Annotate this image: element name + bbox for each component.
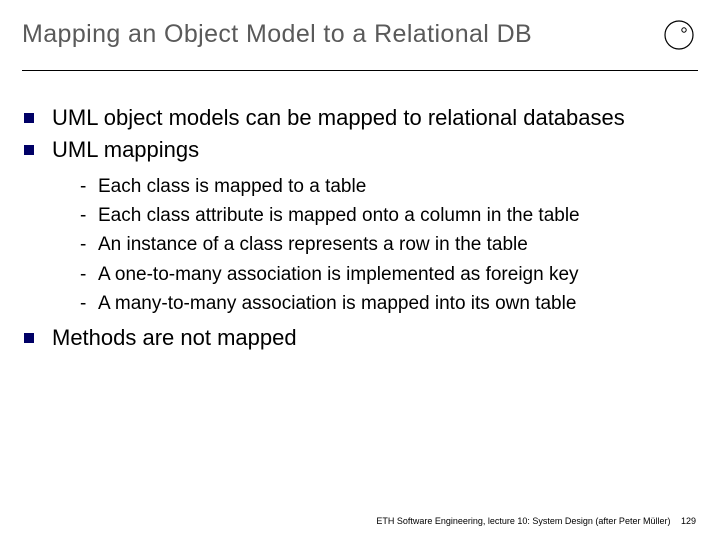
slide-title: Mapping an Object Model to a Relational … <box>22 20 532 49</box>
sub-bullet-list: Each class is mapped to a table Each cla… <box>52 174 698 315</box>
bullet-item: Methods are not mapped <box>22 324 698 352</box>
slide-number: 129 <box>681 516 696 526</box>
title-divider <box>22 70 698 71</box>
sub-bullet-item: A many-to-many association is mapped int… <box>78 291 698 316</box>
slide: Mapping an Object Model to a Relational … <box>0 0 720 540</box>
sub-bullet-item: A one-to-many association is implemented… <box>78 262 698 287</box>
sub-bullet-item: An instance of a class represents a row … <box>78 232 698 257</box>
eth-circle-logo-icon <box>662 18 696 52</box>
content-area: UML object models can be mapped to relat… <box>22 104 698 356</box>
bullet-text: UML mappings <box>52 137 199 162</box>
bullet-list: UML object models can be mapped to relat… <box>22 104 698 352</box>
footer-text: ETH Software Engineering, lecture 10: Sy… <box>376 516 670 526</box>
bullet-item: UML object models can be mapped to relat… <box>22 104 698 132</box>
sub-bullet-item: Each class is mapped to a table <box>78 174 698 199</box>
sub-bullet-item: Each class attribute is mapped onto a co… <box>78 203 698 228</box>
bullet-item: UML mappings Each class is mapped to a t… <box>22 136 698 316</box>
footer: ETH Software Engineering, lecture 10: Sy… <box>376 516 696 526</box>
